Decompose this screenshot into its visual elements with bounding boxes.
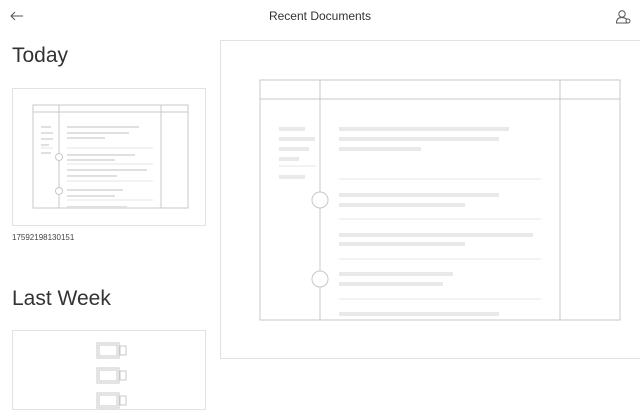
- section-heading-today: Today: [12, 44, 69, 67]
- document-preview-image: [259, 79, 621, 321]
- account-button[interactable]: [614, 8, 632, 26]
- section-heading-last-week: Last Week: [12, 287, 111, 310]
- document-thumbnail[interactable]: [12, 330, 206, 410]
- document-thumbnail[interactable]: [12, 88, 206, 226]
- document-preview-image: [32, 104, 189, 209]
- document-preview-image: [96, 342, 127, 409]
- page-title: Recent Documents: [268, 9, 372, 23]
- app-header: Recent Documents: [0, 0, 640, 34]
- document-preview-panel: [220, 40, 640, 359]
- document-name: 17592198130151: [12, 233, 75, 242]
- account-icon: [615, 10, 631, 24]
